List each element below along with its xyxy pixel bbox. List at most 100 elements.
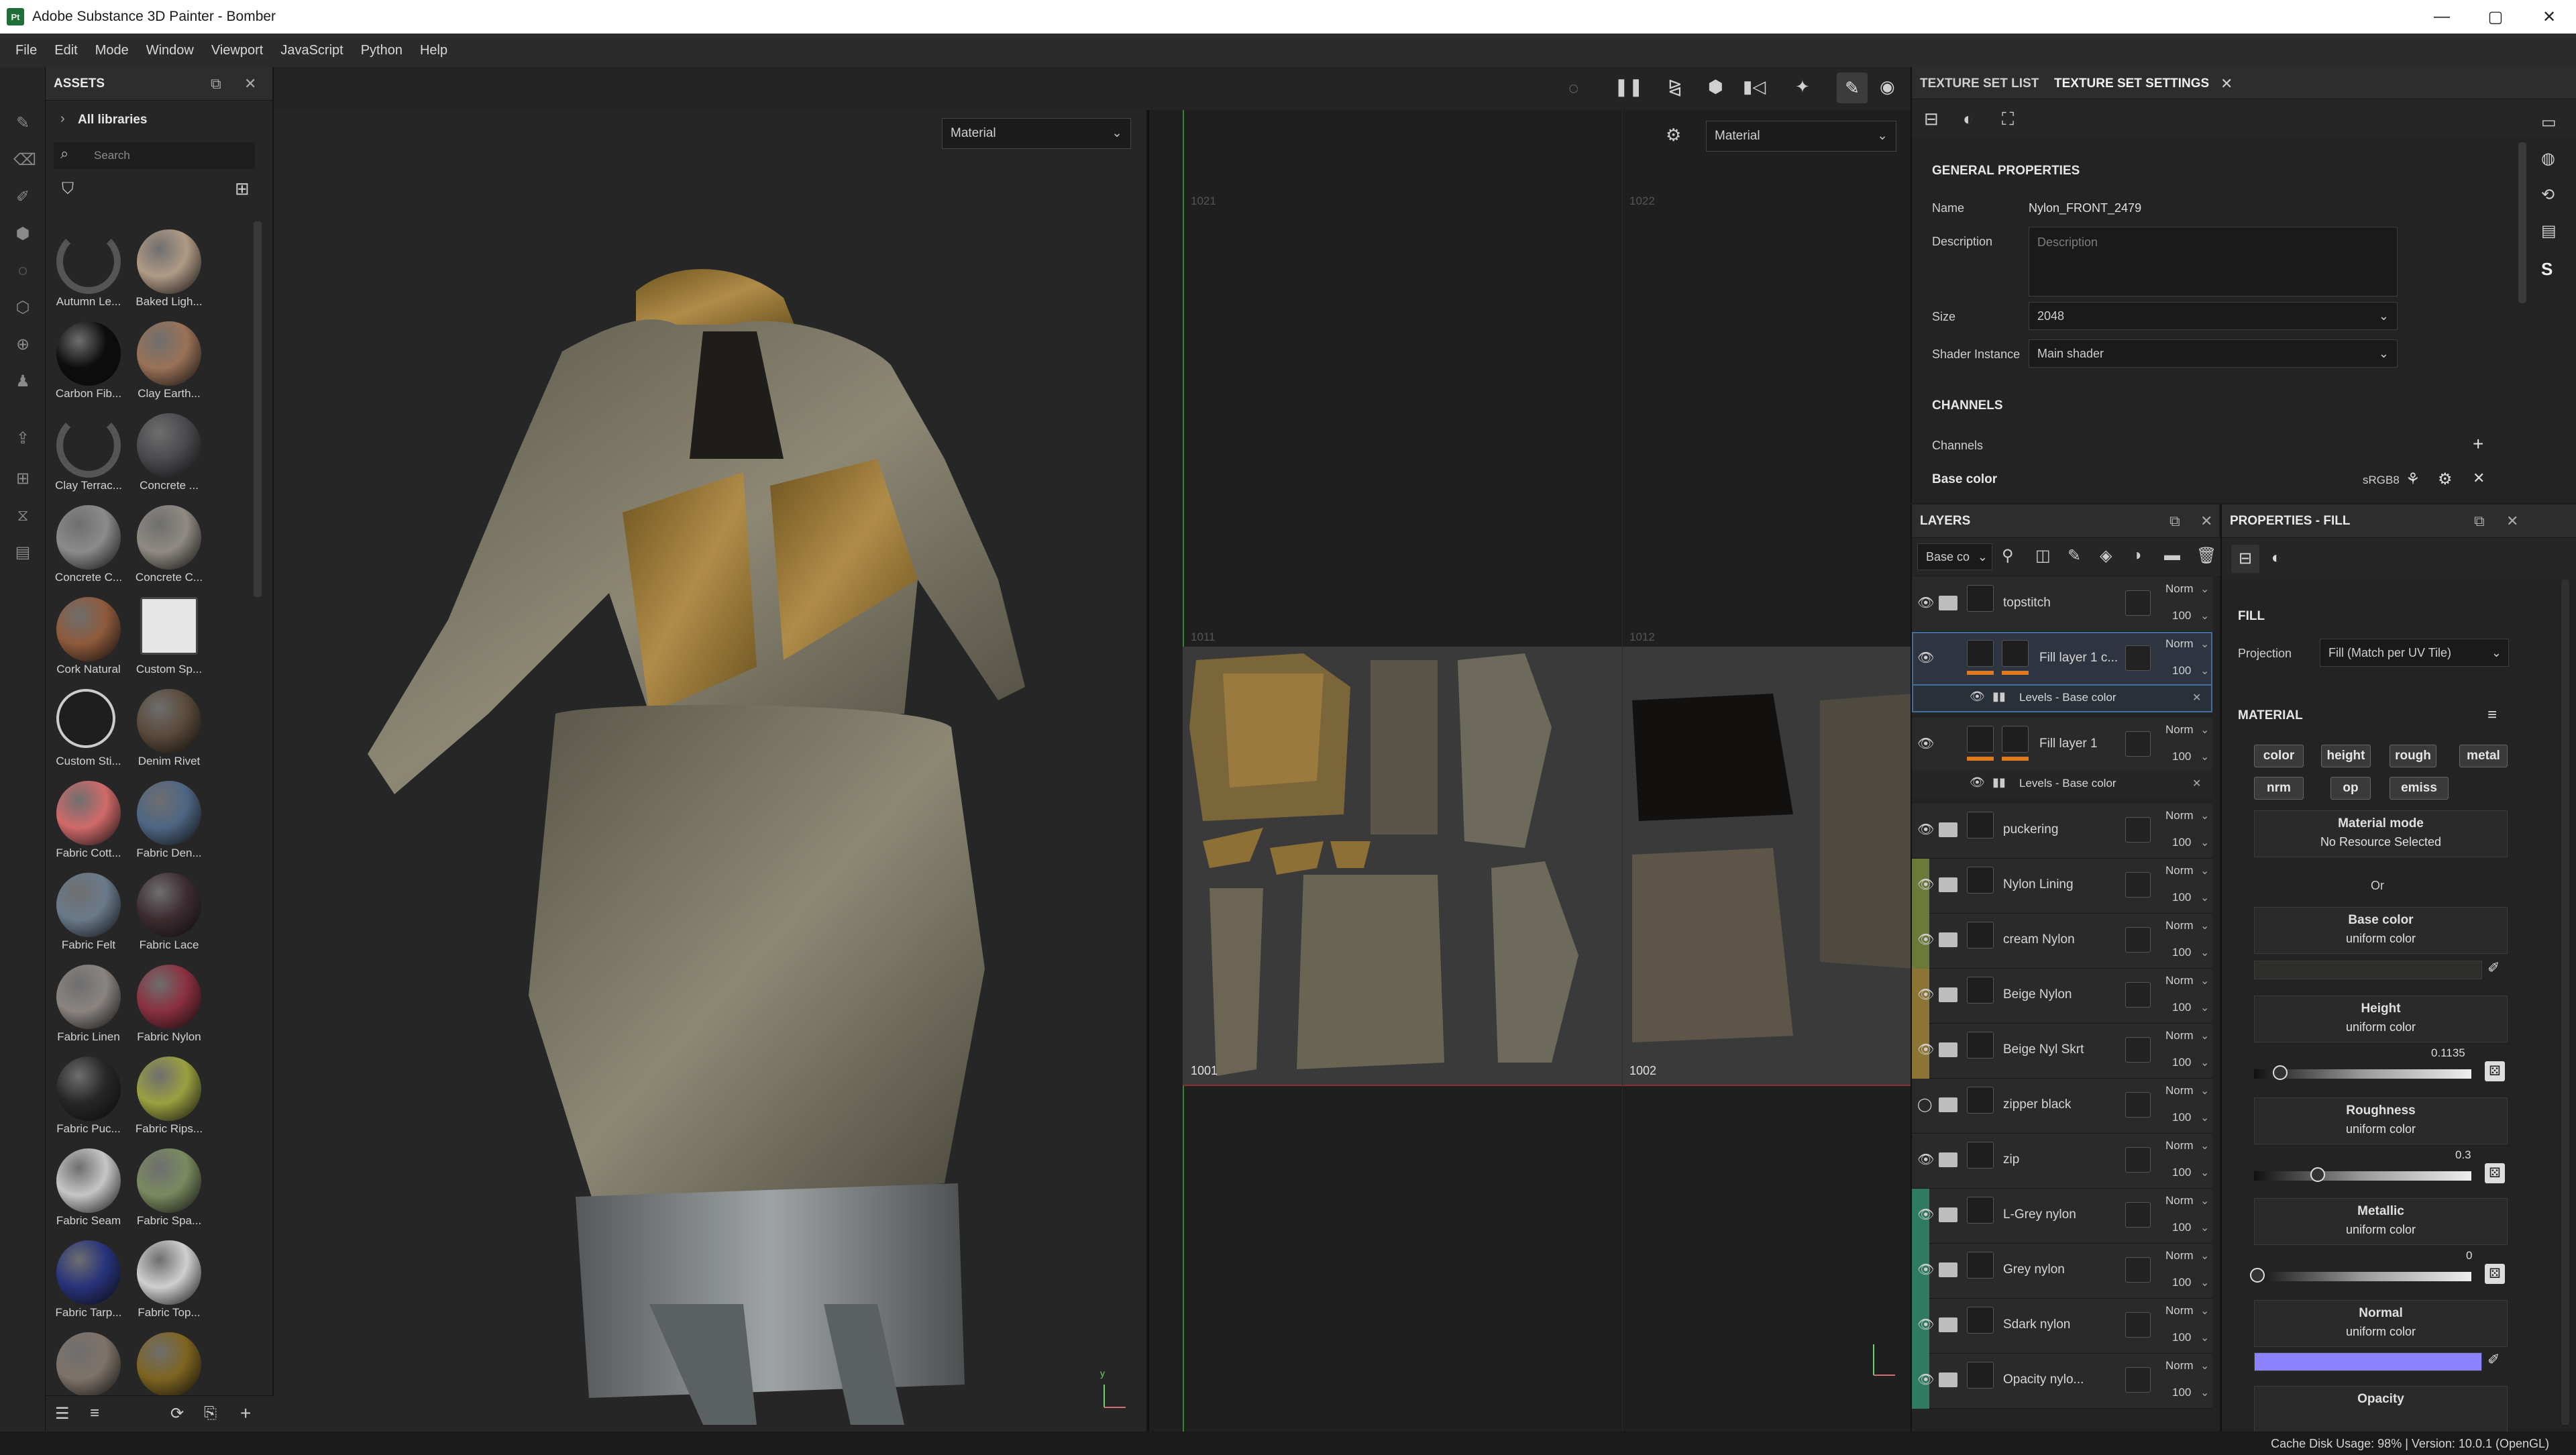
layer-row[interactable]: 👁 Grey nylon Norm ⌄ 100 ⌄	[1912, 1244, 2212, 1299]
viewport-3d[interactable]: y Material ⌄	[274, 110, 1146, 1432]
viewport-2d-mode-select[interactable]: Material ⌄	[1706, 121, 1896, 152]
layer-name[interactable]: Nylon Lining	[2003, 877, 2074, 892]
layer-name[interactable]: zip	[2003, 1152, 2019, 1167]
effect-row[interactable]: 👁 ▮▮ Levels - Base color ✕	[1912, 770, 2212, 798]
uv-icon[interactable]: ⛶	[2002, 109, 2014, 130]
assets-scrollbar[interactable]	[254, 221, 262, 597]
asset-tile[interactable]: Fabric Top...	[133, 1239, 205, 1330]
eraser-icon[interactable]: ⌫	[13, 151, 36, 170]
blend-mode-select[interactable]: Norm	[2165, 919, 2194, 932]
layer-name[interactable]: Opacity nylo...	[2003, 1372, 2084, 1387]
chip-metal[interactable]: metal	[2459, 745, 2508, 767]
layer-mask-slot[interactable]	[2125, 1037, 2151, 1063]
metallic-slider[interactable]	[2250, 1268, 2471, 1283]
add-fill-layer-icon[interactable]: ◈	[2100, 546, 2112, 565]
layer-name[interactable]: L-Grey nylon	[2003, 1207, 2076, 1222]
remove-effect-icon[interactable]: ✕	[2192, 777, 2201, 790]
layer-row[interactable]: ◯ zipper black Norm ⌄ 100 ⌄	[1912, 1079, 2212, 1134]
asset-tile[interactable]: Cork Natural	[52, 596, 125, 687]
channel-options-icon[interactable]: ⚘	[2406, 470, 2420, 489]
remove-effect-icon[interactable]: ✕	[2192, 691, 2201, 704]
material-menu-icon[interactable]: ≡	[2487, 706, 2497, 724]
asset-tile[interactable]: Carbon Fib...	[52, 320, 125, 411]
layer-row[interactable]: 👁 zip Norm ⌄ 100 ⌄	[1912, 1134, 2212, 1189]
normal-color-swatch[interactable]	[2254, 1352, 2482, 1371]
layer-name[interactable]: topstitch	[2003, 596, 2051, 610]
layer-mask-slot[interactable]	[2125, 1147, 2151, 1173]
view-cube-icon[interactable]: ⬢	[1708, 76, 1723, 97]
eye-icon[interactable]: 👁	[1917, 735, 1934, 752]
close-tab-icon[interactable]: ✕	[2220, 75, 2233, 93]
channel-select[interactable]: Base co ⌄	[1917, 543, 1992, 570]
asset-tile[interactable]: Fabric Linen	[52, 963, 125, 1055]
layer-row[interactable]: 👁 Fill layer 1 c... Norm ⌄ 100 ⌄	[1912, 632, 2212, 687]
metallic-slider-knob[interactable]	[2250, 1268, 2265, 1283]
layer-name[interactable]: Fill layer 1 c...	[2039, 651, 2118, 665]
geometry-fill-icon[interactable]: ⬢	[13, 225, 32, 244]
shader-icon[interactable]: ◐	[1963, 109, 1974, 129]
normal-picker-icon[interactable]: ✐	[2487, 1351, 2500, 1368]
asset-tile[interactable]: Concrete C...	[133, 504, 205, 595]
chip-height[interactable]: height	[2321, 745, 2371, 767]
eye-icon[interactable]: 👁	[1917, 1371, 1934, 1388]
add-folder-icon[interactable]: ▬	[2164, 546, 2180, 565]
height-box[interactable]: Height uniform color	[2254, 995, 2508, 1042]
chip-rough[interactable]: rough	[2390, 745, 2436, 767]
channel-settings-icon[interactable]: ⚙	[2438, 470, 2453, 489]
display-icon[interactable]: ▭	[2541, 113, 2557, 132]
layer-mask-slot[interactable]	[2125, 817, 2151, 843]
shader-settings-icon[interactable]: ⧖	[13, 506, 32, 525]
layer-name[interactable]: Sdark nylon	[2003, 1317, 2070, 1332]
layer-row[interactable]: 👁 Sdark nylon Norm ⌄ 100 ⌄	[1912, 1299, 2212, 1354]
layer-opacity[interactable]: 100	[2172, 1166, 2191, 1179]
layer-mask-slot[interactable]	[2125, 1312, 2151, 1338]
metallic-box[interactable]: Metallic uniform color	[2254, 1198, 2508, 1245]
layer-row[interactable]: 👁 puckering Norm ⌄ 100 ⌄	[1912, 804, 2212, 859]
menu-javascript[interactable]: JavaScript	[280, 43, 343, 58]
asset-tile[interactable]: Fabric Lace	[133, 871, 205, 963]
minimize-button[interactable]: —	[2415, 0, 2469, 34]
layer-mask-slot[interactable]	[2125, 1257, 2151, 1283]
blend-mode-select[interactable]: Norm	[2165, 637, 2194, 651]
undock-icon[interactable]: ⧉	[211, 75, 221, 93]
layer-opacity[interactable]: 100	[2172, 836, 2191, 849]
eye-icon[interactable]: 👁	[1970, 690, 1985, 704]
blend-mode-select[interactable]: Norm	[2165, 1359, 2194, 1372]
add-effect-icon[interactable]: ⚲	[2002, 546, 2014, 565]
menu-viewport[interactable]: Viewport	[211, 43, 263, 58]
blend-mode-select[interactable]: Norm	[2165, 864, 2194, 877]
stamp-icon[interactable]: ♟	[13, 372, 32, 391]
base-color-swatch[interactable]	[2254, 961, 2482, 979]
effect-row[interactable]: 👁 ▮▮ Levels - Base color ✕	[1912, 684, 2212, 712]
grid-view-icon[interactable]: ⊞	[235, 178, 250, 199]
material-properties-icon[interactable]: ◐	[2271, 549, 2282, 568]
normal-box[interactable]: Normal uniform color	[2254, 1300, 2508, 1347]
eye-icon[interactable]: 👁	[1917, 986, 1934, 1003]
tab-texture-set-settings[interactable]: TEXTURE SET SETTINGS	[2054, 76, 2209, 91]
eye-icon[interactable]: 👁	[1917, 931, 1934, 948]
asset-tile[interactable]: Fabric Felt	[52, 871, 125, 963]
fill-properties-icon[interactable]: ⊟	[2231, 545, 2259, 573]
layer-row[interactable]: 👁 topstitch Norm ⌄ 100 ⌄	[1912, 577, 2212, 632]
properties-scrollbar[interactable]	[2561, 580, 2569, 1425]
layer-name[interactable]: Grey nylon	[2003, 1262, 2065, 1277]
layer-name[interactable]: Fill layer 1	[2039, 737, 2098, 751]
layer-name[interactable]: zipper black	[2003, 1097, 2071, 1112]
layer-name[interactable]: cream Nylon	[2003, 932, 2075, 947]
bake-icon[interactable]: ⇪	[13, 429, 32, 448]
chip-emiss[interactable]: emiss	[2390, 777, 2449, 800]
asset-tile[interactable]: Fabric Tarp...	[52, 1239, 125, 1330]
layer-opacity[interactable]: 100	[2172, 1331, 2191, 1344]
settings-icon[interactable]: ⊟	[1924, 109, 1939, 129]
eye-icon[interactable]: 👁	[1917, 821, 1934, 838]
close-window-button[interactable]: ✕	[2522, 0, 2576, 34]
undock-icon[interactable]: ⧉	[2169, 513, 2180, 530]
layer-opacity[interactable]: 100	[2172, 1276, 2191, 1289]
material-picker-icon[interactable]: ⊕	[13, 335, 32, 354]
projection-select[interactable]: Fill (Match per UV Tile) ⌄	[2320, 639, 2509, 667]
globe-icon[interactable]: ◍	[2541, 149, 2555, 168]
eye-icon[interactable]: 👁	[1917, 1316, 1934, 1333]
blend-mode-select[interactable]: Norm	[2165, 1304, 2194, 1317]
menu-file[interactable]: File	[15, 43, 37, 58]
asset-tile[interactable]: Fabric Rips...	[133, 1055, 205, 1146]
